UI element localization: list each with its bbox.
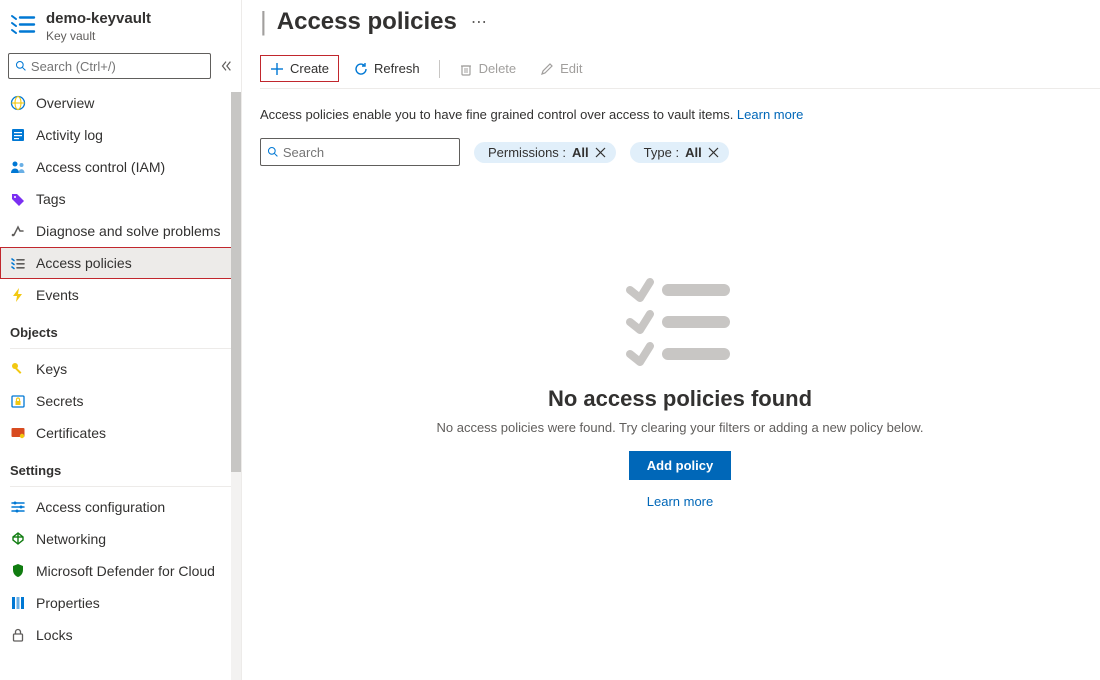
- edit-button: Edit: [531, 56, 591, 81]
- events-icon: [10, 287, 26, 303]
- sidebar-scrollbar-track[interactable]: [231, 92, 241, 680]
- sidebar-search[interactable]: [8, 53, 211, 79]
- page-title: Access policies: [277, 8, 457, 36]
- clear-filter-icon[interactable]: [595, 147, 606, 158]
- trash-icon: [459, 62, 473, 76]
- clear-filter-icon[interactable]: [708, 147, 719, 158]
- nav-label: Properties: [36, 595, 100, 611]
- nav-networking[interactable]: Networking: [0, 523, 241, 555]
- command-separator: [439, 60, 440, 78]
- nav-list: Overview Activity log Access control (IA…: [0, 87, 241, 671]
- access-policies-icon: [10, 255, 26, 271]
- nav-label: Diagnose and solve problems: [36, 223, 220, 239]
- nav-label: Access policies: [36, 255, 132, 271]
- pill-value: All: [685, 145, 702, 160]
- page-title-row: | Access policies ⋯: [260, 6, 1100, 37]
- globe-icon: [10, 95, 26, 111]
- nav-overview[interactable]: Overview: [0, 87, 241, 119]
- collapse-sidebar-icon[interactable]: [219, 59, 233, 73]
- nav-label: Secrets: [36, 393, 83, 409]
- nav-iam[interactable]: Access control (IAM): [0, 151, 241, 183]
- iam-icon: [10, 159, 26, 175]
- properties-icon: [10, 595, 26, 611]
- nav-label: Networking: [36, 531, 106, 547]
- diagnose-icon: [10, 223, 26, 239]
- nav-access-config[interactable]: Access configuration: [0, 491, 241, 523]
- empty-state-icon: [620, 276, 740, 366]
- nav-label: Activity log: [36, 127, 103, 143]
- cmd-label: Edit: [560, 61, 582, 76]
- refresh-button[interactable]: Refresh: [345, 56, 429, 81]
- resource-type: Key vault: [46, 29, 151, 43]
- learn-more-link[interactable]: Learn more: [737, 107, 803, 122]
- add-policy-button[interactable]: Add policy: [629, 451, 731, 480]
- pill-label: Type :: [644, 145, 679, 160]
- nav-label: Overview: [36, 95, 94, 111]
- search-icon: [267, 146, 279, 159]
- secrets-icon: [10, 393, 26, 409]
- nav-locks[interactable]: Locks: [0, 619, 241, 651]
- nav-label: Tags: [36, 191, 66, 207]
- filter-search[interactable]: [260, 138, 460, 166]
- section-objects: Objects: [0, 311, 241, 344]
- empty-learn-more-link[interactable]: Learn more: [647, 494, 713, 509]
- description-text: Access policies enable you to have fine …: [260, 107, 737, 122]
- nav-access-policies[interactable]: Access policies: [0, 247, 241, 279]
- filter-pill-type[interactable]: Type : All: [630, 142, 729, 163]
- title-pipe: |: [260, 6, 267, 37]
- nav-activity-log[interactable]: Activity log: [0, 119, 241, 151]
- tag-icon: [10, 191, 26, 207]
- command-bar: Create Refresh Delete Edit: [260, 55, 1100, 89]
- filter-search-input[interactable]: [283, 145, 453, 160]
- defender-icon: [10, 563, 26, 579]
- sidebar-search-input[interactable]: [31, 59, 204, 74]
- sidebar-scrollbar-thumb[interactable]: [231, 92, 241, 472]
- key-icon: [10, 361, 26, 377]
- section-settings: Settings: [0, 449, 241, 482]
- empty-title: No access policies found: [548, 386, 812, 412]
- nav-defender[interactable]: Microsoft Defender for Cloud: [0, 555, 241, 587]
- search-icon: [15, 60, 27, 73]
- nav-secrets[interactable]: Secrets: [0, 385, 241, 417]
- nav-properties[interactable]: Properties: [0, 587, 241, 619]
- filter-row: Permissions : All Type : All: [260, 138, 1100, 166]
- nav-events[interactable]: Events: [0, 279, 241, 311]
- nav-label: Locks: [36, 627, 73, 643]
- pill-value: All: [572, 145, 589, 160]
- resource-header: demo-keyvault Key vault: [0, 0, 241, 49]
- refresh-icon: [354, 62, 368, 76]
- more-actions-icon[interactable]: ⋯: [467, 8, 491, 36]
- nav-label: Keys: [36, 361, 67, 377]
- nav-label: Microsoft Defender for Cloud: [36, 563, 215, 579]
- empty-subtitle: No access policies were found. Try clear…: [436, 420, 923, 435]
- nav-label: Access control (IAM): [36, 159, 165, 175]
- resource-name: demo-keyvault: [46, 10, 151, 27]
- nav-certificates[interactable]: Certificates: [0, 417, 241, 449]
- lock-icon: [10, 627, 26, 643]
- access-config-icon: [10, 499, 26, 515]
- delete-button: Delete: [450, 56, 526, 81]
- cmd-label: Create: [290, 61, 329, 76]
- nav-label: Events: [36, 287, 79, 303]
- pill-label: Permissions :: [488, 145, 566, 160]
- activity-log-icon: [10, 127, 26, 143]
- sidebar: demo-keyvault Key vault Overview: [0, 0, 242, 680]
- cmd-label: Refresh: [374, 61, 420, 76]
- filter-pill-permissions[interactable]: Permissions : All: [474, 142, 616, 163]
- nav-tags[interactable]: Tags: [0, 183, 241, 215]
- keyvault-icon: [8, 10, 36, 38]
- pencil-icon: [540, 62, 554, 76]
- cmd-label: Delete: [479, 61, 517, 76]
- description: Access policies enable you to have fine …: [260, 107, 1100, 122]
- networking-icon: [10, 531, 26, 547]
- plus-icon: [270, 62, 284, 76]
- nav-label: Certificates: [36, 425, 106, 441]
- nav-diagnose[interactable]: Diagnose and solve problems: [0, 215, 241, 247]
- nav-label: Access configuration: [36, 499, 165, 515]
- main-content: | Access policies ⋯ Create Refresh Delet…: [242, 0, 1100, 680]
- create-button[interactable]: Create: [260, 55, 339, 82]
- empty-state: No access policies found No access polic…: [260, 276, 1100, 509]
- nav-keys[interactable]: Keys: [0, 353, 241, 385]
- certificates-icon: [10, 425, 26, 441]
